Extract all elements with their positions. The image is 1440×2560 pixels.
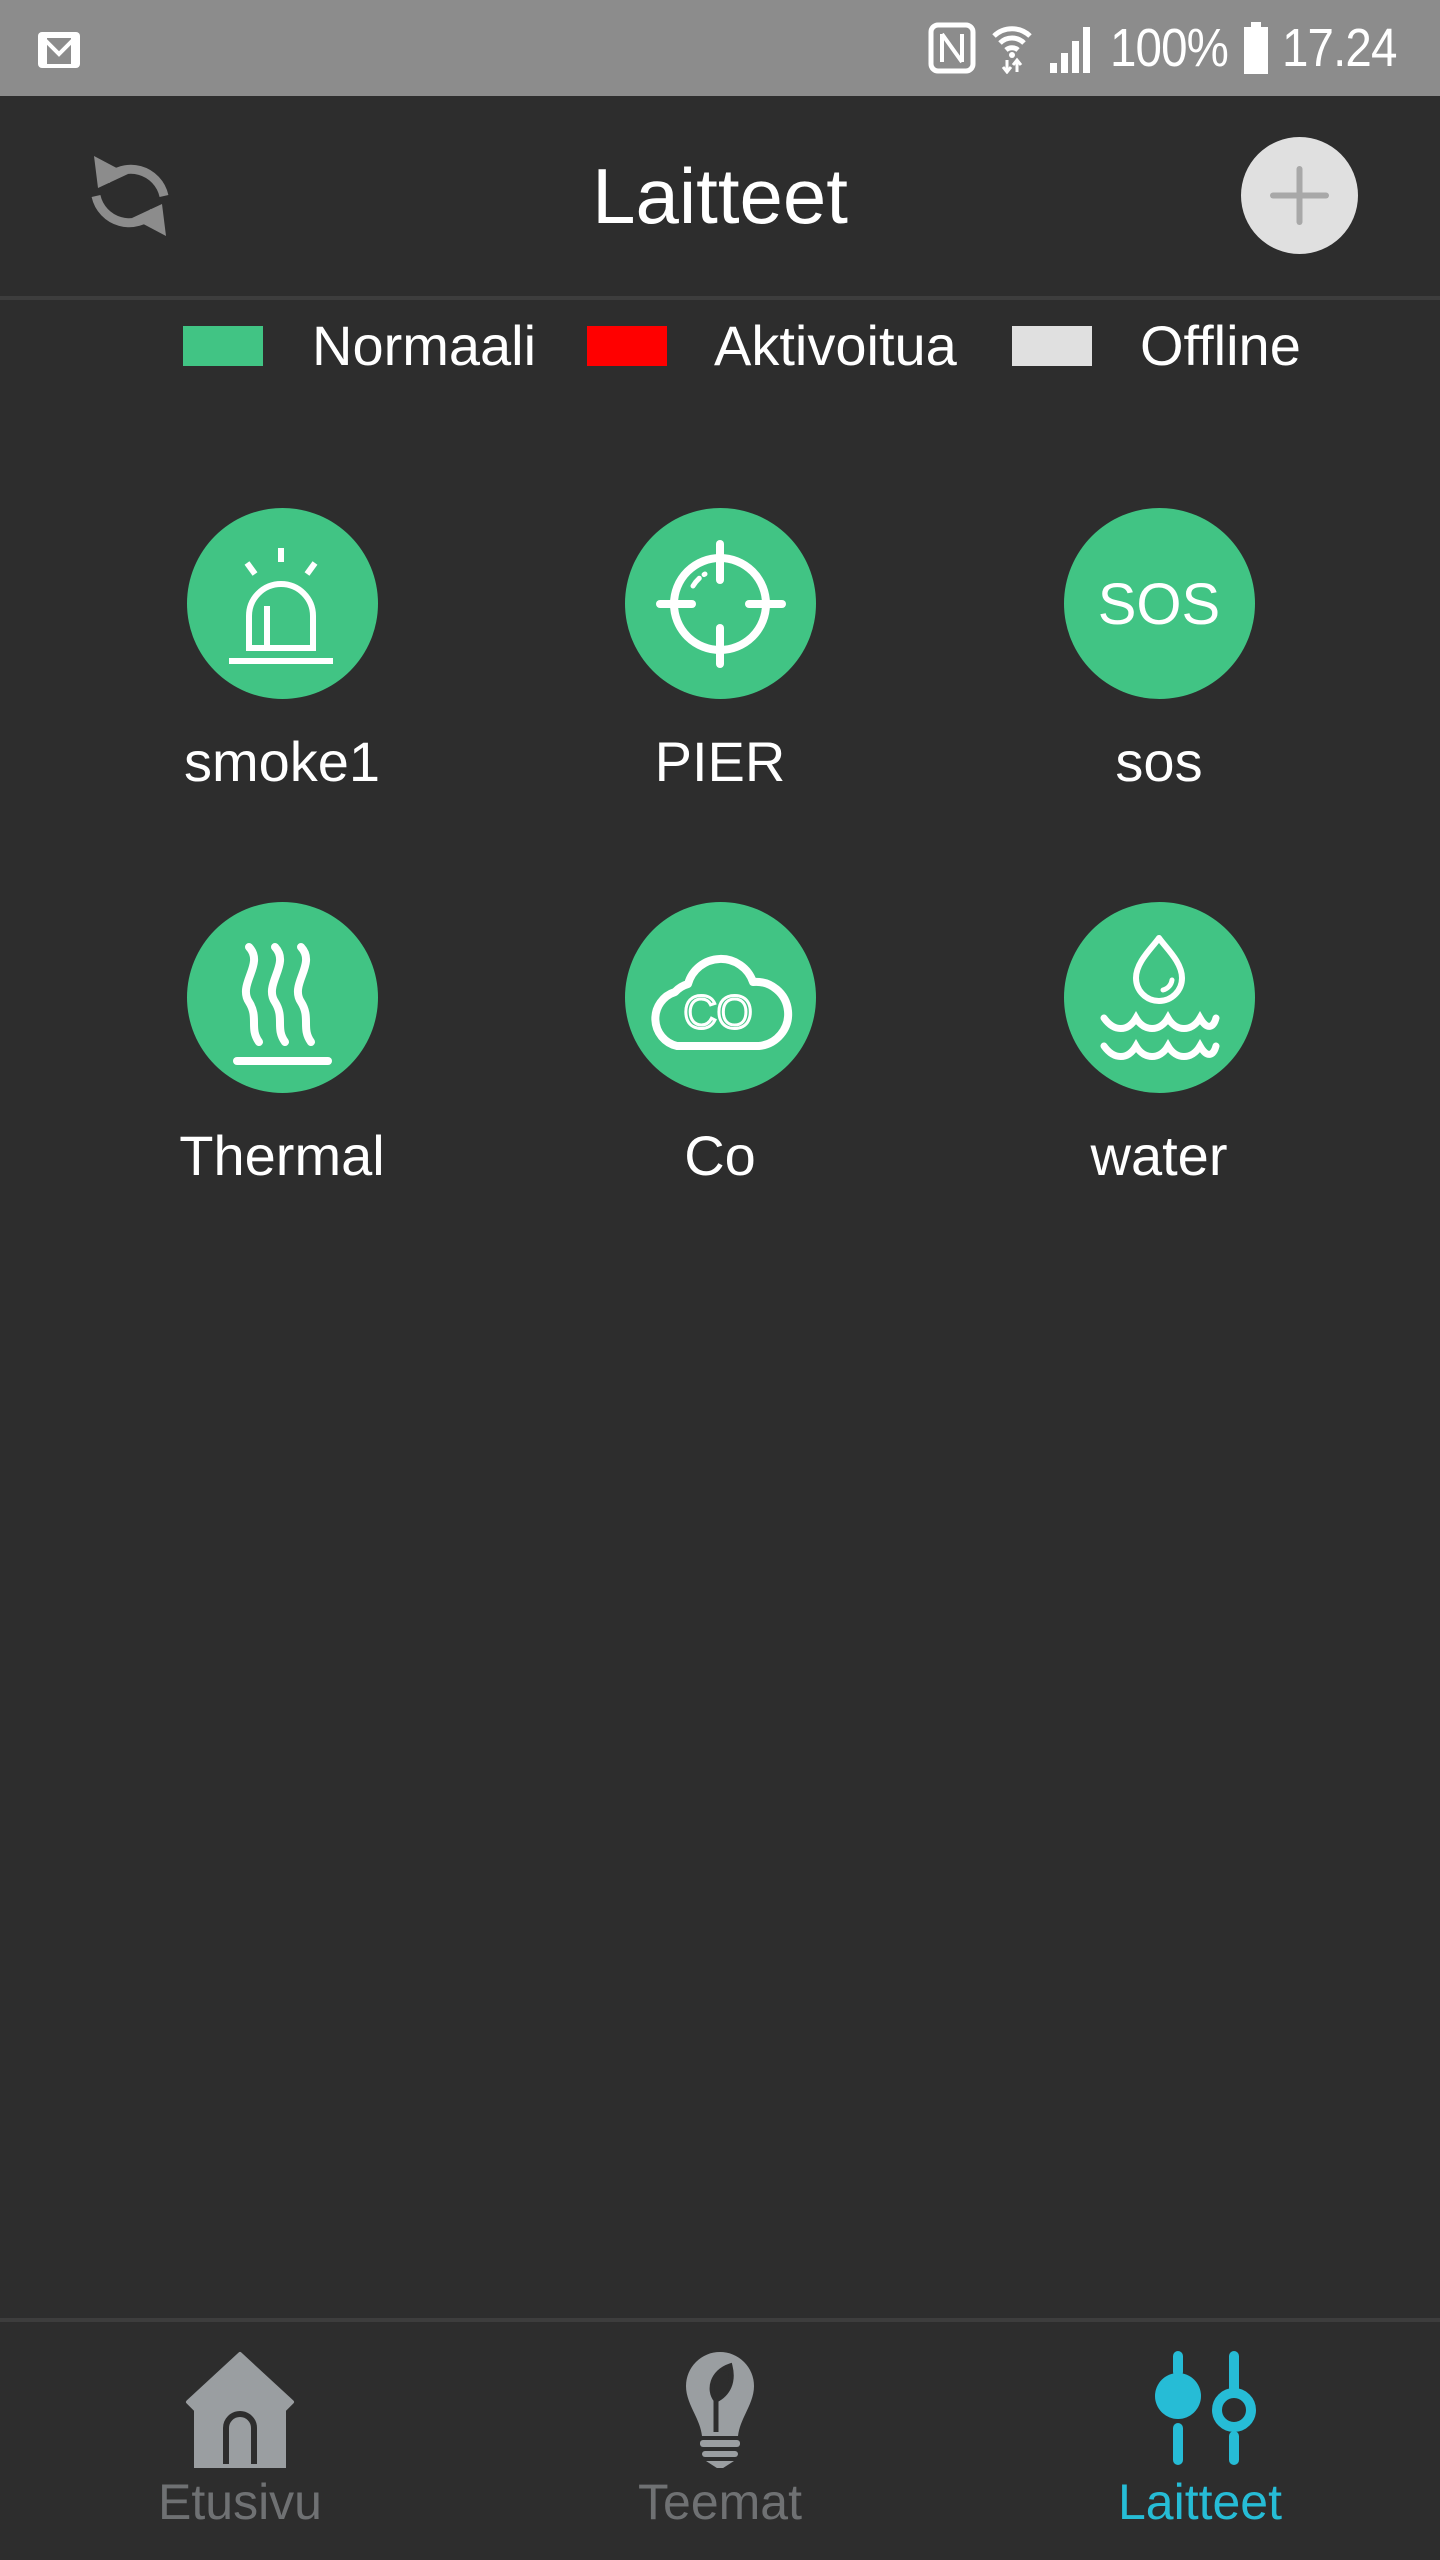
nav-item-teemat[interactable]: Teemat	[480, 2322, 960, 2560]
water-leak-icon	[1100, 935, 1219, 1060]
device-status-circle: CO	[624, 902, 816, 1093]
nav-item-etusivu[interactable]: Etusivu	[0, 2322, 480, 2560]
device-name: Co	[684, 1124, 756, 1187]
nav-label: Etusivu	[158, 2474, 322, 2530]
plus-icon	[1270, 166, 1329, 225]
devices-screen: 100% 17.24 Laitteet Normaali Aktivoitua …	[0, 0, 1440, 2560]
device-item[interactable]: water	[979, 902, 1339, 1189]
nfc-icon	[928, 22, 976, 74]
nav-label: Teemat	[638, 2474, 802, 2530]
device-status-circle	[186, 508, 378, 699]
device-status-circle	[624, 508, 816, 699]
crosshair-icon	[655, 540, 786, 668]
legend-label-offline: Offline	[1140, 314, 1301, 377]
device-item[interactable]: SOS sos	[979, 508, 1339, 795]
legend-label-normal: Normaali	[312, 314, 537, 377]
lightbulb-icon	[686, 2352, 754, 2468]
home-icon	[186, 2352, 294, 2468]
device-status-circle	[1063, 902, 1255, 1093]
battery-percent: 100%	[1109, 18, 1229, 78]
status-legend: Normaali Aktivoitua Offline	[0, 300, 1440, 400]
device-item[interactable]: smoke1	[102, 508, 462, 795]
status-bar: 100% 17.24	[0, 0, 1440, 96]
bottom-nav: Etusivu Teemat Laitteet	[0, 2322, 1440, 2560]
sos-icon-text: SOS	[1097, 572, 1220, 637]
heat-icon	[232, 943, 332, 1065]
nav-item-laitteet[interactable]: Laitteet	[960, 2322, 1440, 2560]
device-name: water	[1090, 1124, 1228, 1187]
add-device-button[interactable]	[1241, 137, 1358, 254]
legend-swatch-normal	[183, 326, 263, 366]
legend-label-activated: Aktivoitua	[714, 314, 957, 377]
sliders-icon	[1155, 2351, 1256, 2465]
device-item[interactable]: Thermal	[102, 902, 462, 1189]
signal-icon	[1049, 27, 1090, 73]
siren-icon	[228, 548, 333, 664]
device-item[interactable]: PIER	[540, 508, 900, 795]
legend-swatch-activated	[587, 326, 667, 366]
device-status-circle: SOS	[1063, 508, 1255, 699]
status-icons: 100% 17.24	[928, 0, 1400, 96]
device-name: Thermal	[179, 1124, 385, 1187]
gmail-icon	[38, 32, 80, 68]
device-name: smoke1	[183, 730, 381, 793]
device-name: PIER	[654, 730, 786, 793]
co-icon-text: CO	[683, 986, 752, 1038]
page-title: Laitteet	[592, 152, 848, 240]
sos-icon: SOS	[1097, 572, 1220, 637]
device-item[interactable]: CO Co	[540, 902, 900, 1189]
nav-label: Laitteet	[1117, 2474, 1282, 2530]
clock: 17.24	[1281, 18, 1397, 78]
legend-swatch-offline	[1012, 326, 1092, 366]
app-header: Laitteet	[0, 96, 1440, 296]
battery-full-icon	[1243, 22, 1268, 74]
device-name: sos	[1115, 730, 1203, 793]
device-status-circle	[186, 902, 378, 1093]
co-cloud-icon: CO	[650, 954, 792, 1050]
wifi-icon	[992, 26, 1032, 74]
